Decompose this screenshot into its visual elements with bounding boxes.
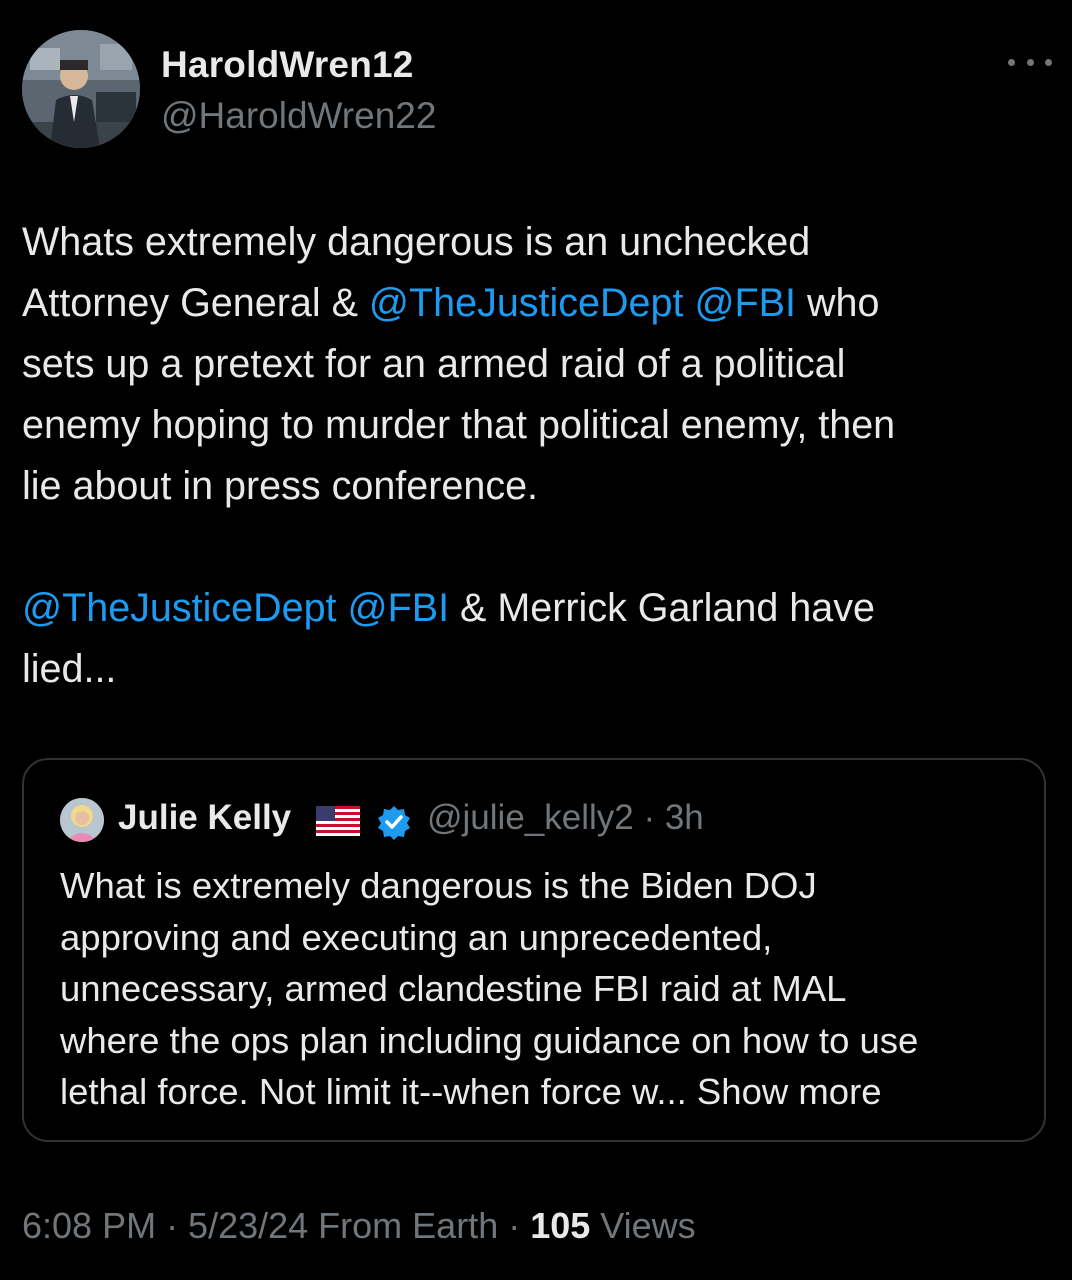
tweet-text: Whats extremely dangerous is an unchecke… bbox=[22, 212, 1052, 700]
quoted-profile-photo-icon bbox=[60, 798, 104, 842]
tweet-header: HaroldWren12 @HaroldWren22 bbox=[22, 30, 1052, 150]
author-display-name[interactable]: HaroldWren12 bbox=[161, 44, 414, 86]
verified-badge-icon bbox=[378, 806, 410, 840]
mention-link[interactable]: @FBI bbox=[694, 281, 796, 325]
dot bbox=[1045, 58, 1052, 66]
author-handle[interactable]: @HaroldWren22 bbox=[161, 95, 436, 137]
quoted-author-avatar[interactable] bbox=[60, 798, 104, 842]
views-count: 105 bbox=[530, 1205, 591, 1246]
tweet-metadata: 6:08 PM · 5/23/24 From Earth · 105 Views bbox=[22, 1205, 696, 1247]
views-label: Views bbox=[590, 1205, 696, 1246]
mention-link[interactable]: @TheJusticeDept bbox=[369, 281, 684, 325]
quoted-author-name[interactable]: Julie Kelly bbox=[118, 798, 291, 838]
dot bbox=[1008, 58, 1015, 66]
author-avatar[interactable] bbox=[22, 30, 140, 148]
mention-link[interactable]: @TheJusticeDept bbox=[22, 586, 337, 630]
profile-photo-icon bbox=[22, 30, 140, 148]
more-options-icon[interactable] bbox=[1008, 52, 1052, 72]
dot bbox=[1026, 58, 1034, 66]
quoted-tweet-text: What is extremely dangerous is the Biden… bbox=[60, 865, 919, 1112]
tweet-text-segment bbox=[683, 281, 694, 325]
tweet-text-segment bbox=[337, 586, 348, 630]
mention-link[interactable]: @FBI bbox=[348, 586, 450, 630]
timestamp[interactable]: 6:08 PM · 5/23/24 From Earth · bbox=[22, 1205, 530, 1246]
quoted-author-handle[interactable]: @julie_kelly2 · 3h bbox=[427, 798, 704, 838]
quoted-tweet[interactable]: Julie Kelly @julie_kelly2 · 3h What is e… bbox=[22, 758, 1046, 1142]
us-flag-icon bbox=[316, 806, 360, 836]
